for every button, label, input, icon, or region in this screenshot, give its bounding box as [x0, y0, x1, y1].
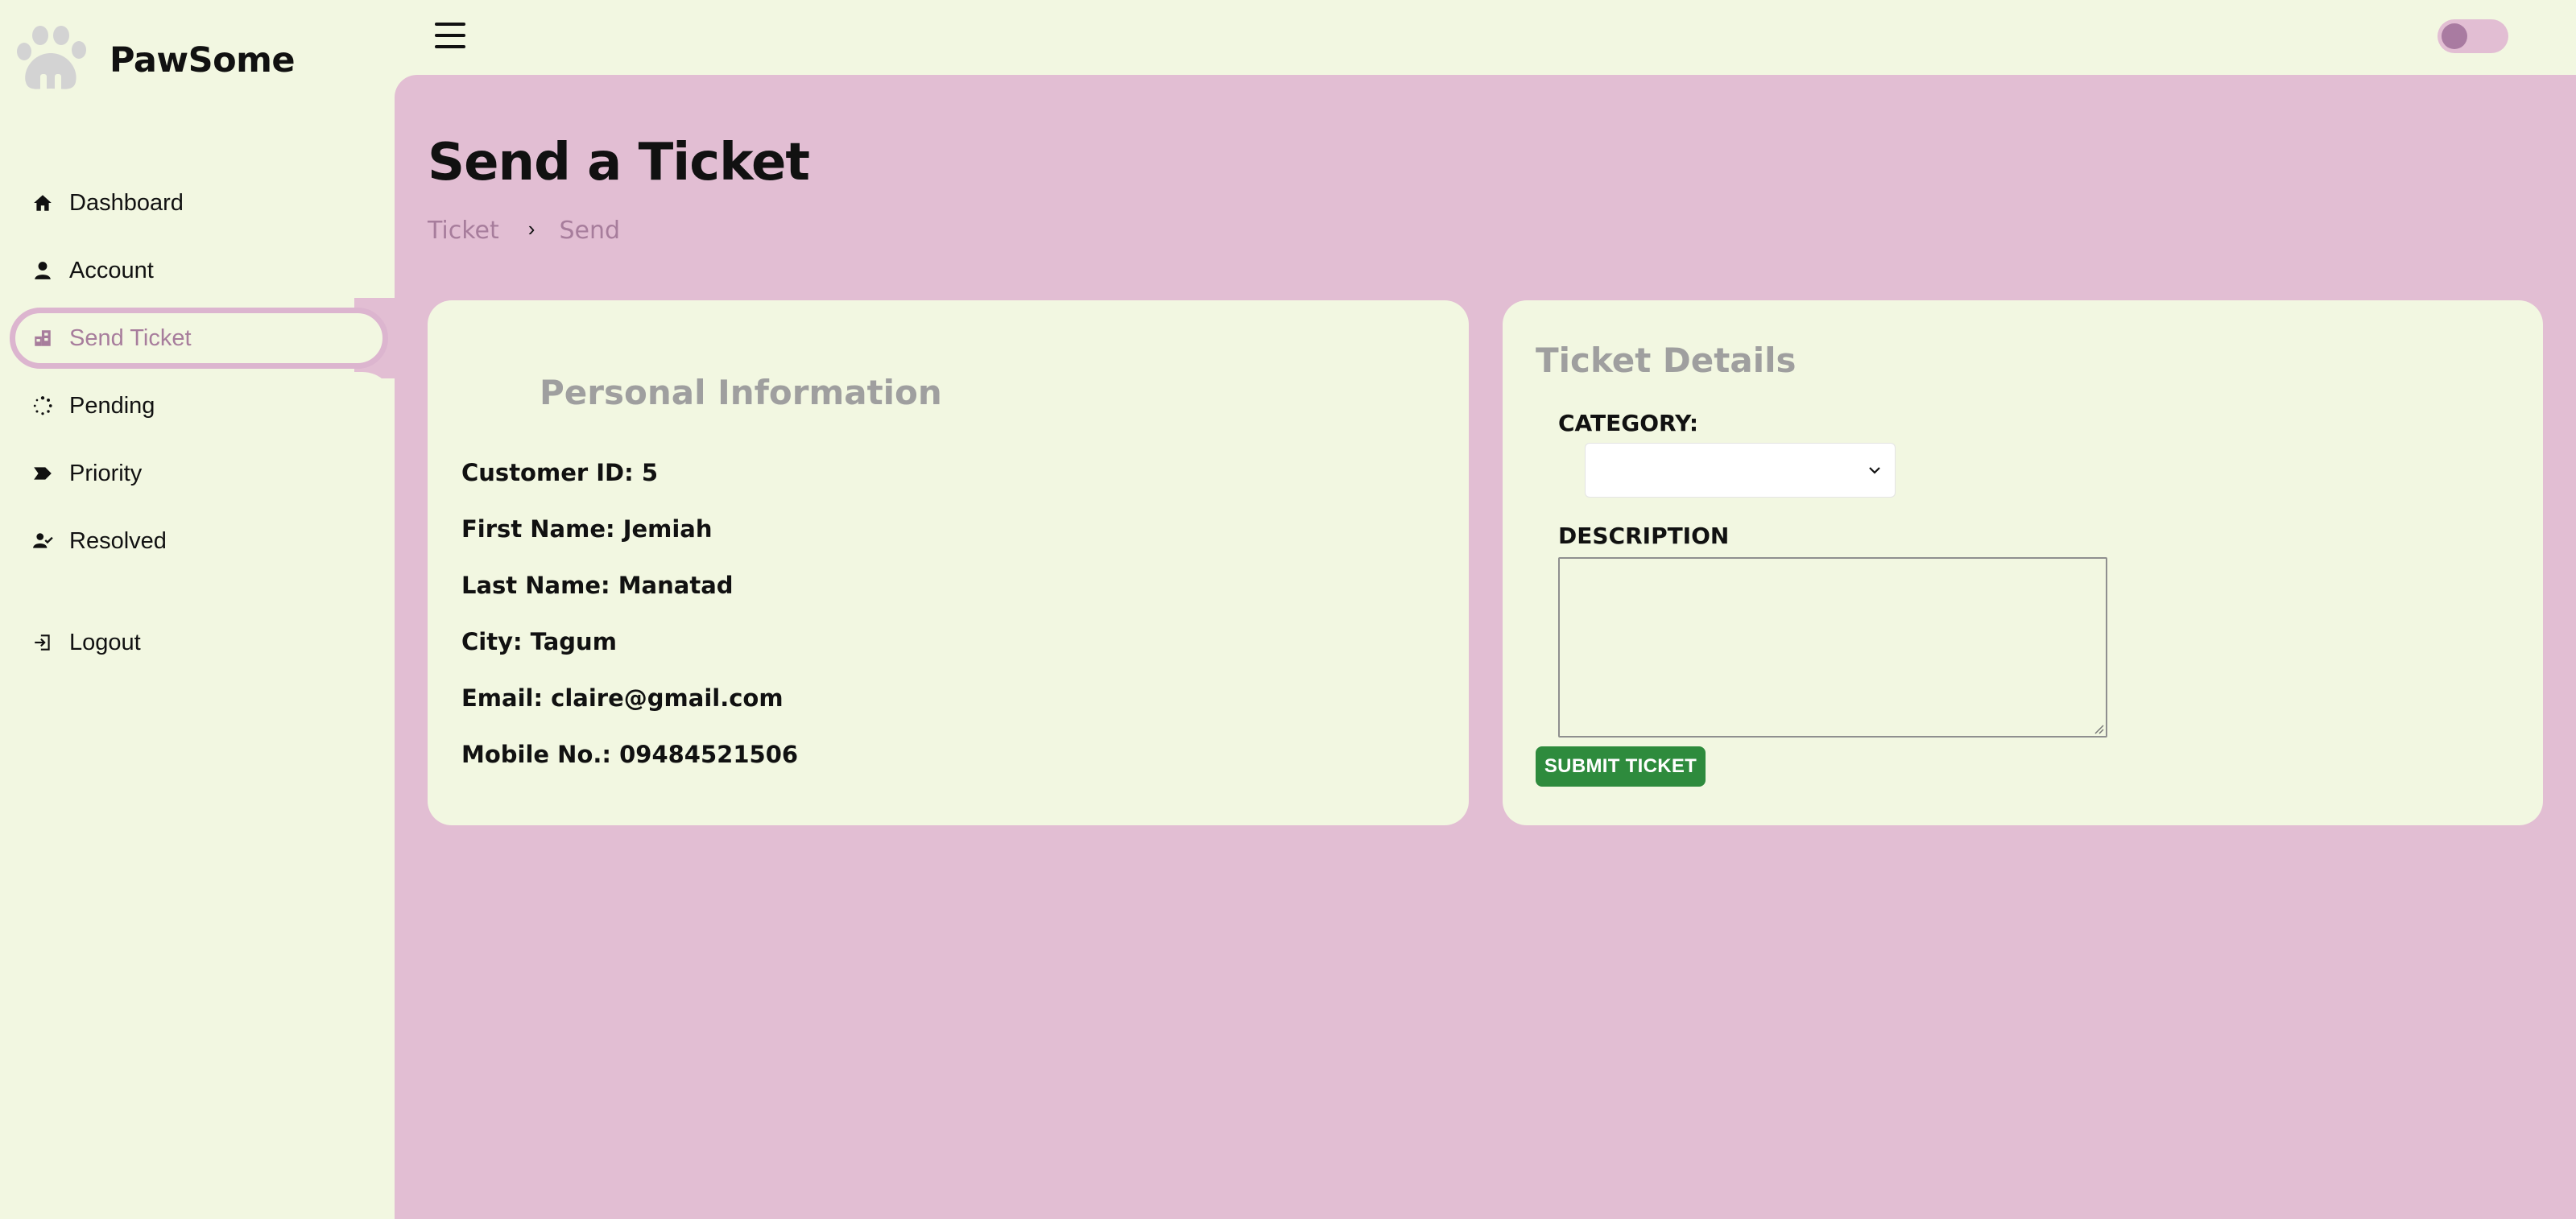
theme-toggle[interactable]	[2437, 19, 2508, 53]
last-name: Last Name: Manatad	[461, 572, 734, 599]
users-check-icon	[31, 529, 55, 553]
resize-grip-icon[interactable]	[2093, 723, 2104, 734]
description-textarea[interactable]	[1558, 557, 2107, 738]
sidebar-item-dashboard[interactable]: Dashboard	[0, 169, 395, 237]
category-label: CATEGORY:	[1558, 410, 1699, 436]
sidebar-item-label: Resolved	[69, 527, 167, 554]
hamburger-icon[interactable]	[435, 23, 465, 48]
personal-info-list: Customer ID: 5 First Name: Jemiah Last N…	[461, 455, 798, 793]
breadcrumb-send: Send	[559, 217, 620, 245]
main-content: Send a Ticket Ticket › Send Personal Inf…	[395, 75, 2576, 1219]
logout-icon	[31, 630, 55, 655]
sidebar-item-label: Logout	[69, 629, 141, 655]
city: City: Tagum	[461, 628, 617, 655]
tag-icon	[31, 461, 55, 486]
chevron-down-icon	[1869, 467, 1880, 474]
sidebar-item-logout[interactable]: Logout	[0, 609, 395, 676]
personal-info-title: Personal Information	[540, 373, 942, 412]
topbar	[395, 0, 2576, 75]
ticket-icon	[31, 326, 55, 350]
sidebar-item-label: Account	[69, 257, 154, 283]
chevron-right-icon: ›	[527, 217, 535, 241]
sidebar-item-label: Priority	[69, 460, 143, 486]
customer-id: Customer ID: 5	[461, 459, 658, 486]
sidebar-item-resolved[interactable]: Resolved	[0, 507, 395, 575]
breadcrumb: Ticket › Send	[428, 217, 620, 245]
toggle-knob	[2442, 23, 2467, 49]
brand-name: PawSome	[110, 40, 296, 81]
sidebar-item-label: Send Ticket	[69, 324, 192, 351]
email: Email: claire@gmail.com	[461, 684, 784, 712]
category-select[interactable]	[1585, 443, 1896, 498]
description-label: DESCRIPTION	[1558, 523, 1730, 549]
mobile-no: Mobile No.: 09484521506	[461, 741, 799, 768]
personal-info-card: Personal Information Customer ID: 5 Firs…	[428, 300, 1469, 825]
first-name: First Name: Jemiah	[461, 515, 713, 543]
sidebar: PawSome Dashboard Account Send Ticket Pe…	[0, 0, 395, 1219]
sidebar-item-account[interactable]: Account	[0, 237, 395, 304]
user-icon	[31, 258, 55, 283]
page-title: Send a Ticket	[428, 133, 810, 192]
brand[interactable]: PawSome	[14, 24, 296, 97]
breadcrumb-ticket[interactable]: Ticket	[428, 217, 499, 245]
sidebar-item-send-ticket[interactable]: Send Ticket	[10, 308, 388, 369]
ticket-details-title: Ticket Details	[1536, 341, 1797, 380]
ticket-details-card: Ticket Details CATEGORY: DESCRIPTION SUB…	[1503, 300, 2543, 825]
sidebar-item-priority[interactable]: Priority	[0, 440, 395, 507]
spinner-icon	[31, 394, 55, 418]
sidebar-item-pending[interactable]: Pending	[0, 372, 395, 440]
home-icon	[31, 191, 55, 215]
paw-logo-icon	[17, 26, 86, 92]
sidebar-item-label: Dashboard	[69, 189, 184, 216]
sidebar-item-label: Pending	[69, 392, 155, 419]
submit-ticket-button[interactable]: SUBMIT TICKET	[1536, 746, 1706, 787]
